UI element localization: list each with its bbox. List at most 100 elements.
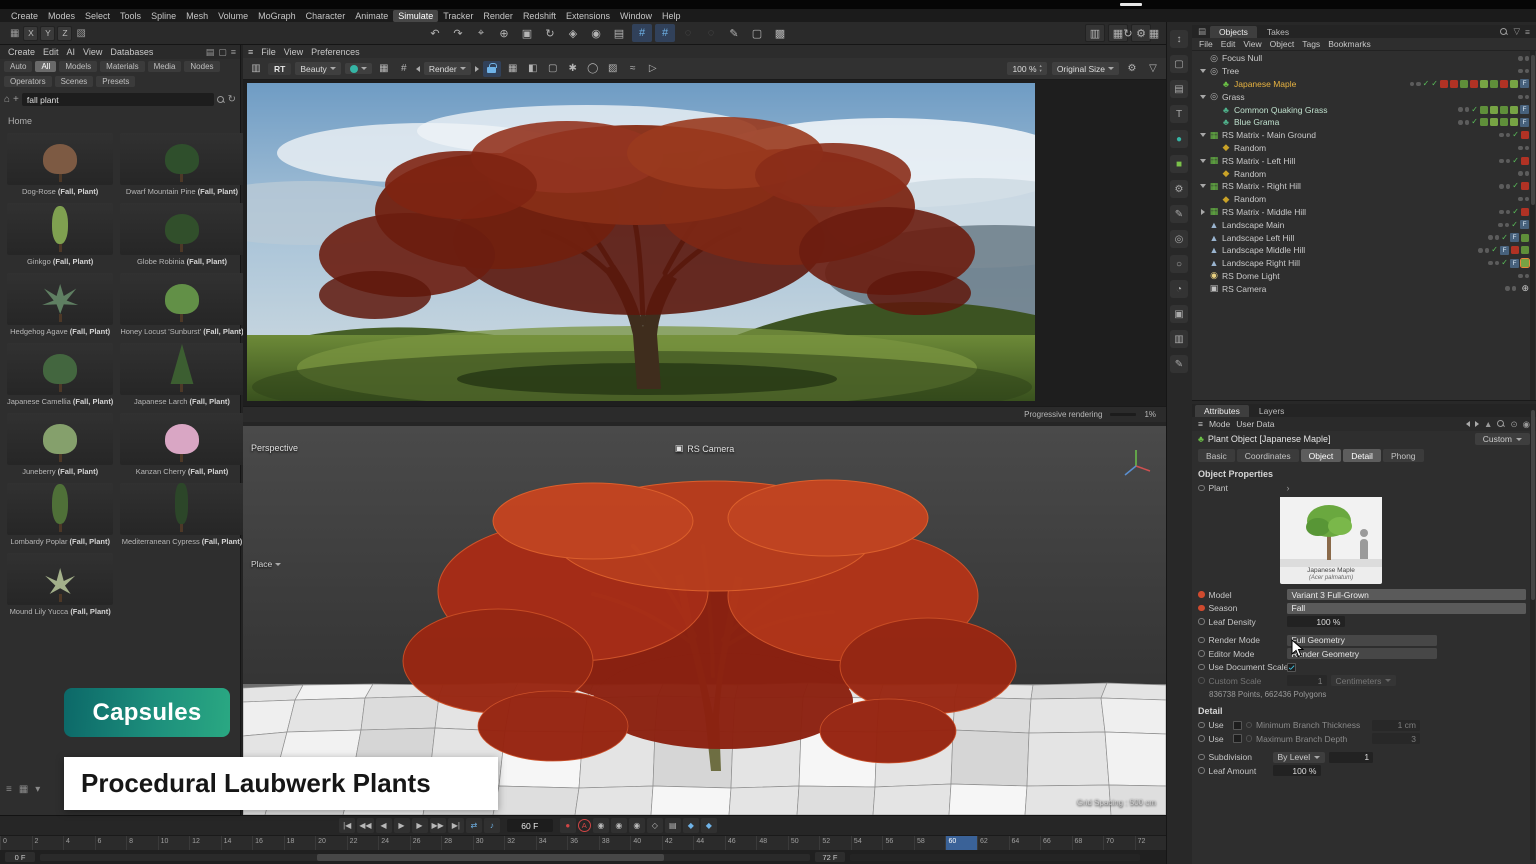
attribute-manager-tab[interactable]: Attributes bbox=[1195, 405, 1249, 417]
material-chip[interactable] bbox=[1490, 118, 1498, 126]
dock-swap-icon[interactable]: ↕ bbox=[1170, 30, 1188, 48]
zoom-select[interactable]: 100 %▴▾ bbox=[1007, 62, 1046, 75]
editor-visibility-dot[interactable] bbox=[1518, 69, 1523, 74]
material-chip[interactable] bbox=[1510, 106, 1518, 114]
enabled-check-icon[interactable]: ✓ bbox=[1423, 80, 1430, 88]
material-chip[interactable] bbox=[1480, 106, 1488, 114]
asset-menu-item[interactable]: View bbox=[79, 47, 106, 57]
camera-tool-icon[interactable]: ▣ bbox=[1170, 305, 1188, 323]
range-scrollbar[interactable] bbox=[40, 854, 810, 861]
undo-icon[interactable]: ↶ bbox=[425, 24, 445, 42]
disabled-tool-icon[interactable]: ◌ bbox=[701, 24, 721, 42]
capsule-asset-icon[interactable]: ■ bbox=[1170, 155, 1188, 173]
range-start-input[interactable]: 0 F bbox=[5, 852, 35, 862]
material-chip[interactable] bbox=[1470, 80, 1478, 88]
timeline-tick[interactable]: 4 bbox=[63, 836, 95, 850]
custom-scale-unit-select[interactable]: Centimeters bbox=[1331, 675, 1397, 686]
field-tag-icon[interactable]: F bbox=[1520, 220, 1529, 229]
rotate-tool-icon[interactable]: ↻ bbox=[540, 24, 560, 42]
material-chip[interactable] bbox=[1460, 80, 1468, 88]
timeline-tick[interactable]: 50 bbox=[788, 836, 820, 850]
timeline-tick[interactable]: 26 bbox=[410, 836, 442, 850]
object-row[interactable]: ◎Grass bbox=[1192, 90, 1536, 103]
axis-lock-button[interactable]: X bbox=[23, 26, 38, 41]
timeline-tick[interactable]: 22 bbox=[347, 836, 379, 850]
text-tool-icon[interactable]: T bbox=[1170, 105, 1188, 123]
record-keyframe-button[interactable]: ● bbox=[560, 818, 576, 833]
asset-plant-item[interactable]: Japanese Larch (Fall, Plant) bbox=[118, 341, 245, 408]
render-visibility-dot[interactable] bbox=[1485, 248, 1490, 253]
menu-item[interactable]: Volume bbox=[213, 10, 253, 22]
snap-grid-icon[interactable]: # bbox=[632, 24, 652, 42]
render-visibility-dot[interactable] bbox=[1525, 274, 1530, 279]
object-row[interactable]: ▲Landscape Right Hill✓F bbox=[1192, 257, 1536, 270]
render-history-select[interactable]: Render bbox=[424, 62, 471, 75]
menu-item[interactable]: Spline bbox=[146, 10, 181, 22]
add-path-icon[interactable]: + bbox=[13, 94, 19, 105]
capture-icon[interactable]: ▦ bbox=[1144, 24, 1164, 42]
goto-end-button[interactable]: ▶| bbox=[448, 818, 464, 833]
fullscreen-icon[interactable]: ▢ bbox=[545, 61, 561, 77]
menu-item[interactable]: Tools bbox=[115, 10, 146, 22]
timeline-tick[interactable]: 64 bbox=[1009, 836, 1041, 850]
asset-plant-item[interactable]: Mound Lily Yucca (Fall, Plant) bbox=[5, 551, 115, 618]
enabled-check-icon[interactable]: ✓ bbox=[1511, 221, 1518, 229]
menu-item[interactable]: Mesh bbox=[181, 10, 213, 22]
editor-visibility-dot[interactable] bbox=[1518, 197, 1523, 202]
max-branch-input[interactable]: 3 bbox=[1372, 733, 1420, 744]
render-visibility-dot[interactable] bbox=[1525, 56, 1530, 61]
max-branch-use-checkbox[interactable] bbox=[1233, 734, 1242, 743]
keyframe-dot[interactable] bbox=[1198, 722, 1205, 729]
render-visibility-dot[interactable] bbox=[1465, 107, 1470, 112]
layout-cycle-icon[interactable]: ↻ bbox=[1118, 24, 1138, 42]
menu-item[interactable]: Select bbox=[80, 10, 115, 22]
axis-lock-button[interactable]: Y bbox=[40, 26, 55, 41]
last-used-tool-icon[interactable]: ◈ bbox=[563, 24, 583, 42]
render-view-menu-item[interactable]: File bbox=[261, 47, 276, 57]
size-select[interactable]: Original Size bbox=[1052, 62, 1119, 75]
range-end-input[interactable]: 72 F bbox=[815, 852, 845, 862]
play-sound-button[interactable]: ♪ bbox=[484, 818, 500, 833]
autokey-button[interactable]: A bbox=[578, 819, 591, 832]
camera-target-icon[interactable]: ⊕ bbox=[1521, 283, 1529, 294]
keyframe-dot[interactable] bbox=[1198, 754, 1205, 761]
menu-item[interactable]: MoGraph bbox=[253, 10, 301, 22]
measure-icon[interactable]: ◎ bbox=[1170, 230, 1188, 248]
snapshot-icon[interactable]: # bbox=[396, 61, 412, 77]
expander-icon[interactable] bbox=[1198, 95, 1208, 99]
chevron-right-icon[interactable]: › bbox=[1287, 483, 1290, 493]
menu-item[interactable]: Extensions bbox=[561, 10, 615, 22]
asset-plant-item[interactable]: Lombardy Poplar (Fall, Plant) bbox=[5, 481, 115, 548]
float-icon[interactable]: ▢ bbox=[218, 47, 227, 58]
timeline-tick[interactable]: 60 bbox=[945, 836, 977, 850]
viewport-camera-label[interactable]: ▣RS Camera bbox=[675, 443, 735, 454]
list-mode-icon[interactable]: ≡ bbox=[6, 784, 12, 795]
timeline-tick[interactable]: 68 bbox=[1072, 836, 1104, 850]
asset-plant-item[interactable]: Ginkgo (Fall, Plant) bbox=[5, 201, 115, 268]
editor-visibility-dot[interactable] bbox=[1518, 56, 1523, 61]
keyframe-dot[interactable] bbox=[1198, 650, 1205, 657]
enabled-check-icon[interactable]: ✓ bbox=[1471, 106, 1478, 114]
ab-compare-icon[interactable]: ◧ bbox=[525, 61, 541, 77]
asset-plant-item[interactable]: Dwarf Mountain Pine (Fall, Plant) bbox=[118, 131, 245, 198]
material-chip[interactable] bbox=[1480, 118, 1488, 126]
keyframe-dot[interactable] bbox=[1198, 735, 1205, 742]
timeline-tick[interactable]: 20 bbox=[315, 836, 347, 850]
nav-up-icon[interactable]: ▲ bbox=[1484, 419, 1492, 429]
plant-preview-card[interactable]: Japanese Maple (Acer palmatum) bbox=[1280, 497, 1382, 584]
goto-start-button[interactable]: |◀ bbox=[339, 818, 355, 833]
min-branch-input[interactable]: 1 cm bbox=[1372, 720, 1420, 731]
render-visibility-dot[interactable] bbox=[1525, 171, 1530, 176]
play-button[interactable]: ▶ bbox=[394, 818, 410, 833]
keyframe-dot[interactable] bbox=[1198, 664, 1205, 671]
render-visibility-dot[interactable] bbox=[1525, 197, 1530, 202]
render-visibility-dot[interactable] bbox=[1465, 120, 1470, 125]
search-icon[interactable] bbox=[217, 96, 225, 104]
previous-key-button[interactable]: ◀◀ bbox=[357, 818, 373, 833]
enabled-check-icon[interactable]: ✓ bbox=[1431, 80, 1438, 88]
editor-visibility-dot[interactable] bbox=[1505, 286, 1510, 291]
asset-search-input[interactable]: fall plant bbox=[22, 93, 214, 106]
attribute-scrollbar[interactable] bbox=[1530, 404, 1535, 860]
thumbnail-mode-icon[interactable]: ▦ bbox=[19, 784, 28, 795]
timeline-tick[interactable]: 48 bbox=[756, 836, 788, 850]
